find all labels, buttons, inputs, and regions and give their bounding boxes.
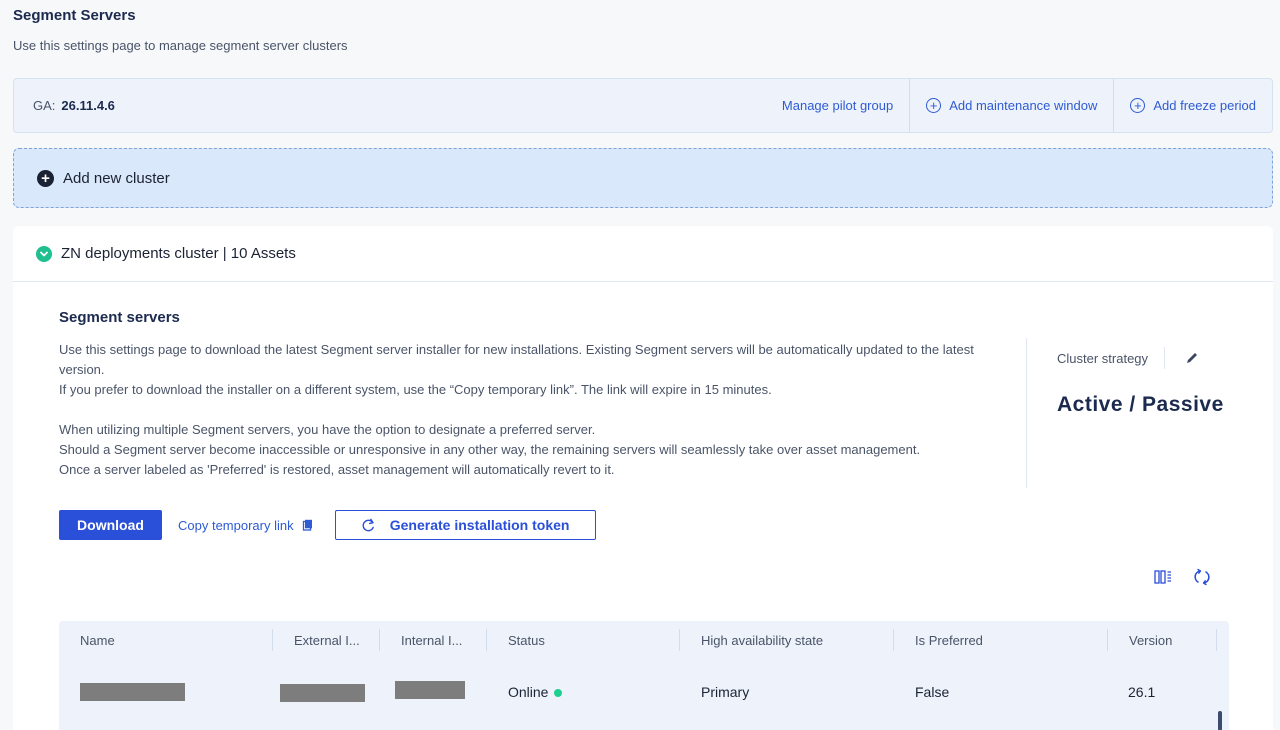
- plus-icon: +: [37, 169, 54, 187]
- add-new-cluster-button[interactable]: + Add new cluster: [13, 148, 1273, 208]
- column-header-version[interactable]: Version: [1129, 633, 1172, 648]
- divider: [1164, 347, 1166, 369]
- column-divider[interactable]: [486, 629, 487, 651]
- description-line: If you prefer to download the installer …: [59, 382, 772, 397]
- page-subtitle: Use this settings page to manage segment…: [13, 38, 348, 53]
- copy-icon: [302, 519, 312, 531]
- column-divider[interactable]: [893, 629, 894, 651]
- segment-servers-table: Name External I... Internal I... Status …: [59, 621, 1229, 730]
- add-maintenance-window-button[interactable]: + Add maintenance window: [909, 79, 1113, 132]
- column-header-external-ip[interactable]: External I...: [294, 633, 360, 648]
- column-header-status[interactable]: Status: [508, 633, 545, 648]
- generate-installation-token-label: Generate installation token: [389, 517, 570, 533]
- pencil-icon[interactable]: [1185, 351, 1199, 365]
- manage-pilot-group-label: Manage pilot group: [781, 98, 894, 113]
- online-status-dot: [554, 689, 563, 698]
- add-maintenance-window-label: Add maintenance window: [949, 98, 1098, 113]
- is-preferred-cell: False: [915, 684, 950, 700]
- cluster-title: ZN deployments cluster | 10 Assets: [61, 245, 296, 262]
- section-title: Segment servers: [59, 309, 180, 326]
- column-divider[interactable]: [272, 629, 273, 651]
- refresh-icon[interactable]: [1192, 568, 1212, 586]
- column-header-is-preferred[interactable]: Is Preferred: [915, 633, 983, 648]
- copy-temporary-link-label: Copy temporary link: [178, 517, 294, 533]
- column-divider[interactable]: [1107, 629, 1108, 651]
- manage-pilot-group-link[interactable]: Manage pilot group: [766, 79, 909, 132]
- refresh-icon: [362, 518, 374, 531]
- description-line: Should a Segment server become inaccessi…: [59, 442, 921, 457]
- copy-temporary-link[interactable]: Copy temporary link: [178, 518, 313, 533]
- ga-label: GA:: [33, 98, 56, 113]
- ga-bar: GA: 26.11.4.6 Manage pilot group + Add m…: [13, 78, 1273, 133]
- scrollbar-thumb[interactable]: [1218, 711, 1222, 730]
- column-divider[interactable]: [379, 629, 380, 651]
- download-button[interactable]: Download: [59, 510, 162, 540]
- plus-circle-icon: +: [1130, 98, 1146, 113]
- redacted-name: [80, 683, 185, 701]
- column-divider[interactable]: [679, 629, 680, 651]
- version-cell: 26.1: [1128, 684, 1156, 700]
- plus-circle-icon: +: [926, 98, 942, 113]
- column-header-internal-ip[interactable]: Internal I...: [401, 633, 462, 648]
- ga-actions: Manage pilot group + Add maintenance win…: [766, 79, 1272, 132]
- cluster-card: ZN deployments cluster | 10 Assets Segme…: [13, 226, 1273, 730]
- ga-version: 26.11.4.6: [61, 98, 115, 113]
- status-text: Online: [508, 684, 549, 700]
- add-freeze-period-label: Add freeze period: [1153, 98, 1256, 113]
- column-header-ha-state[interactable]: High availability state: [701, 633, 823, 648]
- column-header-name[interactable]: Name: [80, 633, 115, 648]
- table-row[interactable]: Online Primary False 26.1: [59, 660, 1214, 730]
- redacted-internal-ip: [395, 681, 465, 699]
- cluster-strategy-value: Active / Passive: [1057, 393, 1224, 416]
- columns-icon[interactable]: [1153, 568, 1173, 586]
- ha-state-cell: Primary: [701, 684, 750, 700]
- add-new-cluster-label: Add new cluster: [63, 169, 170, 187]
- status-cell: Online: [508, 684, 563, 700]
- description-line: Use this settings page to download the l…: [59, 342, 974, 377]
- description-line: When utilizing multiple Segment servers,…: [59, 422, 596, 437]
- table-toolbar: [1153, 568, 1212, 586]
- cluster-strategy-label: Cluster strategy: [1057, 350, 1149, 366]
- chevron-down-circle-icon[interactable]: [36, 245, 52, 262]
- actions-row: Download Copy temporary link Generate in…: [59, 510, 596, 540]
- generate-installation-token-button[interactable]: Generate installation token: [334, 510, 596, 540]
- table-header: Name External I... Internal I... Status …: [59, 621, 1229, 660]
- redacted-external-ip: [280, 684, 365, 702]
- cluster-header[interactable]: ZN deployments cluster | 10 Assets: [13, 226, 1273, 282]
- page-title: Segment Servers: [13, 7, 136, 24]
- column-divider[interactable]: [1216, 629, 1217, 651]
- section-description: Use this settings page to download the l…: [59, 340, 1009, 480]
- cluster-strategy-panel: Cluster strategy Active / Passive: [1026, 338, 1256, 488]
- add-freeze-period-button[interactable]: + Add freeze period: [1113, 79, 1272, 132]
- description-line: Once a server labeled as 'Preferred' is …: [59, 462, 615, 477]
